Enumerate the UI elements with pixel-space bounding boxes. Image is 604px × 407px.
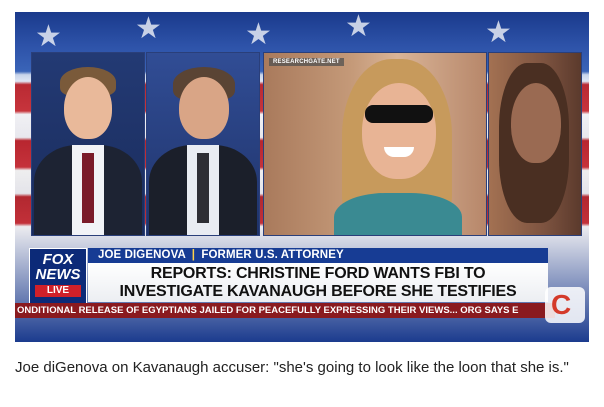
network-bug-letter: C <box>551 289 572 320</box>
logo-news-text: NEWS <box>35 266 81 283</box>
side-photo-head <box>511 83 561 163</box>
side-photo-panel <box>488 52 582 236</box>
host-tie <box>82 153 94 223</box>
news-ticker: ONDITIONAL RELEASE OF EGYPTIANS JAILED F… <box>15 303 555 318</box>
star-icon: ★ <box>245 18 272 51</box>
source-tag: RESEARCHGATE.NET <box>269 58 344 66</box>
guest-video-panel <box>146 52 260 236</box>
star-icon: ★ <box>35 20 62 53</box>
photo-head <box>362 83 436 179</box>
headline-line-2: INVESTIGATE KAVANAUGH BEFORE SHE TESTIFI… <box>119 283 517 300</box>
speaker-name: JOE DIGENOVA <box>98 249 186 261</box>
host-video-panel <box>31 52 145 236</box>
sunglasses <box>365 105 433 123</box>
headline-banner: REPORTS: CHRISTINE FORD WANTS FBI TO INV… <box>88 263 548 302</box>
network-bug-icon: C <box>545 287 585 323</box>
star-icon: ★ <box>345 12 372 43</box>
guest-head <box>179 77 229 139</box>
fox-news-logo: FOX NEWS LIVE <box>29 248 87 304</box>
nameplate-separator: | <box>191 249 196 261</box>
guest-tie <box>197 153 209 223</box>
video-caption: Joe diGenova on Kavanaugh accuser: "she'… <box>15 359 569 376</box>
photo-body <box>334 193 462 235</box>
star-icon: ★ <box>135 12 162 45</box>
host-head <box>64 77 112 139</box>
logo-fox-text: FOX <box>42 251 74 268</box>
live-badge: LIVE <box>35 285 81 297</box>
star-icon: ★ <box>485 16 512 49</box>
speaker-nameplate: JOE DIGENOVA | FORMER U.S. ATTORNEY <box>88 248 548 263</box>
headline-line-1: REPORTS: CHRISTINE FORD WANTS FBI TO <box>150 265 486 282</box>
speaker-title: FORMER U.S. ATTORNEY <box>201 249 344 261</box>
photo-panel: RESEARCHGATE.NET <box>263 52 487 236</box>
